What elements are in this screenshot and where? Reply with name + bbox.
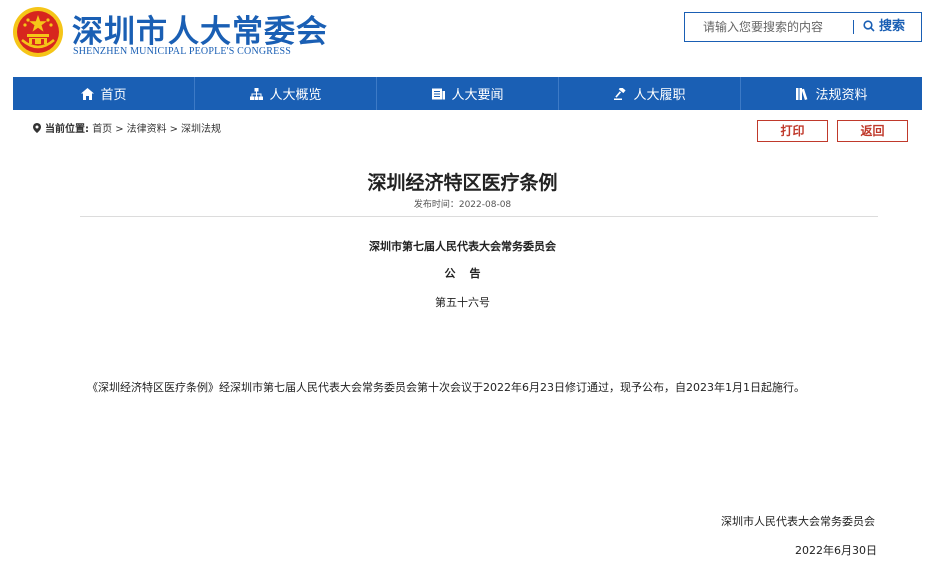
- home-icon: [80, 87, 94, 101]
- search-button-label: 搜索: [879, 19, 906, 34]
- publish-date: 发布时间：2022-08-08: [413, 200, 512, 210]
- signature-date: 2022年6月30日: [795, 544, 877, 557]
- search-button[interactable]: 搜索: [863, 13, 905, 41]
- books-icon: [795, 87, 809, 101]
- search-divider: [853, 20, 854, 34]
- breadcrumb-separator: >: [115, 124, 124, 135]
- article-body: 《深圳经济特区医疗条例》经深圳市第七届人民代表大会常务委员会第十次会议于2022…: [87, 381, 805, 394]
- search-icon: [863, 20, 875, 32]
- national-emblem-icon: [13, 7, 63, 57]
- breadcrumb-shenzhen-regulations[interactable]: 深圳法规: [181, 124, 221, 135]
- news-icon: [431, 87, 445, 101]
- nav-item-label: 人大履职: [633, 88, 686, 103]
- title-divider: [80, 216, 878, 217]
- nav-item-duties[interactable]: 人大履职: [559, 77, 741, 110]
- location-pin-icon: [33, 123, 41, 133]
- breadcrumb-label: 当前位置:: [45, 124, 89, 135]
- notice-char: 告: [469, 267, 481, 280]
- print-button[interactable]: 打印: [757, 120, 828, 142]
- nav-item-home[interactable]: 首页: [13, 77, 195, 110]
- site-title[interactable]: 深圳市人大常委会: [72, 6, 328, 51]
- breadcrumb-separator: >: [169, 124, 178, 135]
- article-title: 深圳经济特区医疗条例: [367, 172, 558, 194]
- breadcrumb-legal-materials[interactable]: 法律资料: [127, 124, 167, 135]
- signature-organization: 深圳市人民代表大会常务委员会: [721, 515, 875, 528]
- search-box: 搜索: [684, 12, 922, 42]
- nav-item-regulations[interactable]: 法规资料: [741, 77, 922, 110]
- nav-item-label: 首页: [100, 88, 127, 103]
- notice-number: 第五十六号: [435, 296, 490, 309]
- gavel-icon: [613, 87, 627, 101]
- nav-item-label: 人大概览: [269, 88, 322, 103]
- back-button[interactable]: 返回: [837, 120, 908, 142]
- main-nav: 首页 人大概览 人大要闻 人大履职 法规资料: [13, 77, 922, 110]
- notice-heading: 公告: [0, 265, 925, 281]
- breadcrumb-home[interactable]: 首页: [92, 124, 112, 135]
- site-header: 深圳市人大常委会 SHENZHEN MUNICIPAL PEOPLE'S CON…: [0, 0, 925, 70]
- search-input[interactable]: [685, 13, 863, 41]
- nav-item-label: 人大要闻: [451, 88, 504, 103]
- issuing-organization: 深圳市第七届人民代表大会常务委员会: [369, 240, 556, 253]
- breadcrumb: 当前位置: 首页 > 法律资料 > 深圳法规: [33, 120, 221, 135]
- nav-item-label: 法规资料: [815, 88, 868, 103]
- site-subtitle: SHENZHEN MUNICIPAL PEOPLE'S CONGRESS: [73, 46, 292, 57]
- nav-item-news[interactable]: 人大要闻: [377, 77, 559, 110]
- notice-char: 公: [444, 267, 456, 280]
- nav-item-overview[interactable]: 人大概览: [195, 77, 377, 110]
- sitemap-icon: [249, 87, 263, 101]
